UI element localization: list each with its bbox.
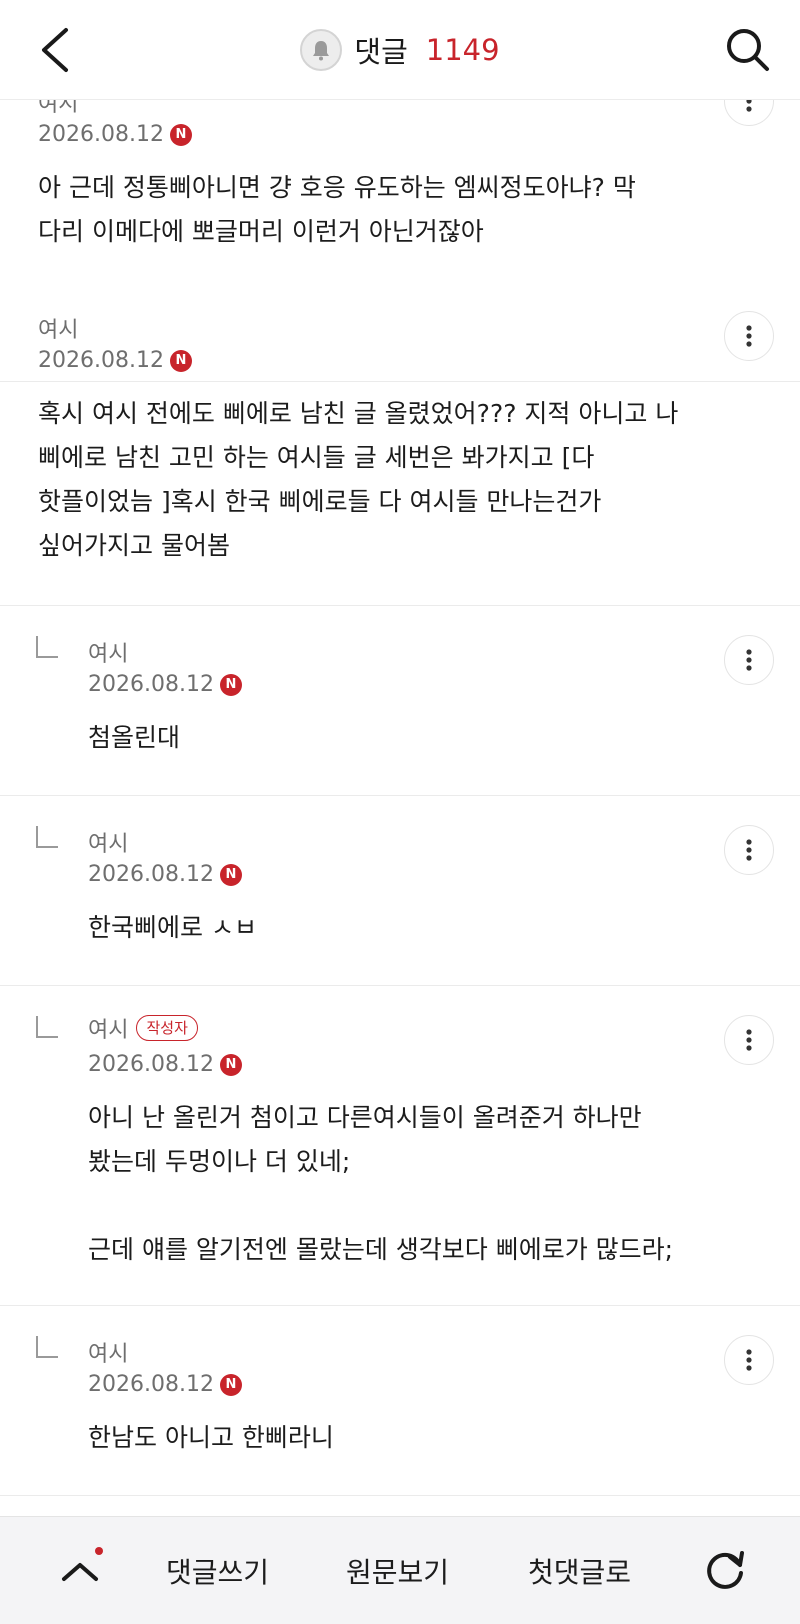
reply-item: 여시 2026.08.12 N 첨올린대 (0, 606, 800, 796)
comment-author-row: 여시 (88, 636, 128, 668)
comment-body: 혹시 여시 전에도 삐에로 남친 글 올렸었어??? 지적 아니고 나 삐에로 … (38, 399, 679, 560)
page-title: 댓글 (354, 35, 408, 69)
comment-date-row: 2026.08.12 N (88, 672, 242, 697)
comment-body: 첨올린대 (88, 723, 181, 752)
bottom-action-bar: 댓글쓰기 원문보기 첫댓글로 (0, 1516, 800, 1624)
comment-body: 아 근데 정통삐아니면 걍 호응 유도하는 엠씨정도아냐? 막 다리 이메다에 … (38, 173, 636, 246)
new-badge: N (169, 123, 192, 146)
writer-badge: 작성자 (136, 1015, 198, 1041)
bell-icon (313, 41, 330, 61)
comment-date: 2026.08.12 (88, 862, 214, 887)
comment-date: 2026.08.12 (38, 122, 164, 147)
comment-body: 한남도 아니고 한삐라니 (88, 1423, 334, 1452)
comment-date: 2026.08.12 (38, 348, 164, 373)
more-options-button[interactable] (724, 635, 774, 685)
reply-corner-icon (36, 826, 58, 848)
comment-date: 2026.08.12 (88, 1052, 214, 1077)
comment-date: 2026.08.12 (88, 672, 214, 697)
first-comment-button[interactable]: 첫댓글로 (528, 1551, 631, 1591)
comment-count: 1149 (425, 33, 500, 67)
comment-author: 여시 (38, 100, 79, 117)
search-icon (727, 29, 769, 71)
reply-corner-icon (36, 1016, 58, 1038)
comment-author-row: 여시 (38, 100, 78, 118)
comment-list[interactable]: 여시 2026.08.12 N 아 근데 정통삐아니면 걍 호응 유도하는 엠씨… (0, 100, 800, 1516)
more-options-button[interactable] (724, 1335, 774, 1385)
comment-author: 여시 (38, 318, 79, 343)
more-vertical-icon (746, 1029, 752, 1051)
reply-item: 여시 작성자 2026.08.12 N 아니 난 올린거 첨이고 다른여시들이 … (0, 986, 800, 1306)
more-options-button[interactable] (724, 311, 774, 361)
comment-author: 여시 (88, 1342, 129, 1367)
comment-date: 2026.08.12 (88, 1372, 214, 1397)
new-badge: N (219, 1373, 242, 1396)
more-options-button[interactable] (724, 1015, 774, 1065)
refresh-button[interactable] (700, 1545, 750, 1595)
more-vertical-icon (746, 1349, 752, 1371)
new-badge: N (219, 673, 242, 696)
write-comment-button[interactable]: 댓글쓰기 (166, 1551, 269, 1591)
notification-toggle[interactable] (300, 29, 343, 71)
comment-date-row: 2026.08.12 N (88, 1052, 242, 1077)
more-options-button[interactable] (724, 100, 774, 126)
more-vertical-icon (746, 100, 752, 112)
comment-author-row: 여시 (38, 312, 78, 344)
comment-author-row: 여시 (88, 1336, 128, 1368)
new-badge: N (219, 1053, 242, 1076)
notification-dot (95, 1547, 103, 1555)
comment-date-row: 2026.08.12 N (38, 348, 192, 373)
header-title-group: 댓글 1149 (0, 26, 800, 74)
comment-body: 아니 난 올린거 첨이고 다른여시들이 올려준거 하나만 봤는데 두멍이나 더 … (88, 1103, 674, 1264)
comment-body: 한국삐에로 ㅅㅂ (88, 913, 257, 942)
comment-date-row: 2026.08.12 N (88, 862, 242, 887)
comment-date-row: 2026.08.12 N (88, 1372, 242, 1397)
more-vertical-icon (746, 325, 752, 347)
comment-author: 여시 (88, 1018, 129, 1043)
comment-author-row: 여시 작성자 (88, 1012, 198, 1044)
top-header: 댓글 1149 (0, 0, 800, 100)
more-options-button[interactable] (724, 825, 774, 875)
view-original-button[interactable]: 원문보기 (346, 1551, 449, 1591)
reply-item: 여시 2026.08.12 N 한남도 아니고 한삐라니 (0, 1306, 800, 1496)
reply-item: 여시 2026.08.12 N 한국삐에로 ㅅㅂ (0, 796, 800, 986)
comment-author-row: 여시 (88, 826, 128, 858)
search-button[interactable] (720, 22, 776, 78)
more-vertical-icon (746, 649, 752, 671)
reply-corner-icon (36, 636, 58, 658)
comment-author: 여시 (88, 832, 129, 857)
comment-author: 여시 (88, 642, 129, 667)
refresh-icon (707, 1551, 744, 1589)
comment-date-row: 2026.08.12 N (38, 122, 192, 147)
more-vertical-icon (746, 839, 752, 861)
comment-item: 여시 2026.08.12 N 혹시 여시 전에도 삐에로 남친 글 올렸었어?… (0, 282, 800, 606)
new-badge: N (169, 349, 192, 372)
new-badge: N (219, 863, 242, 886)
reply-corner-icon (36, 1336, 58, 1358)
